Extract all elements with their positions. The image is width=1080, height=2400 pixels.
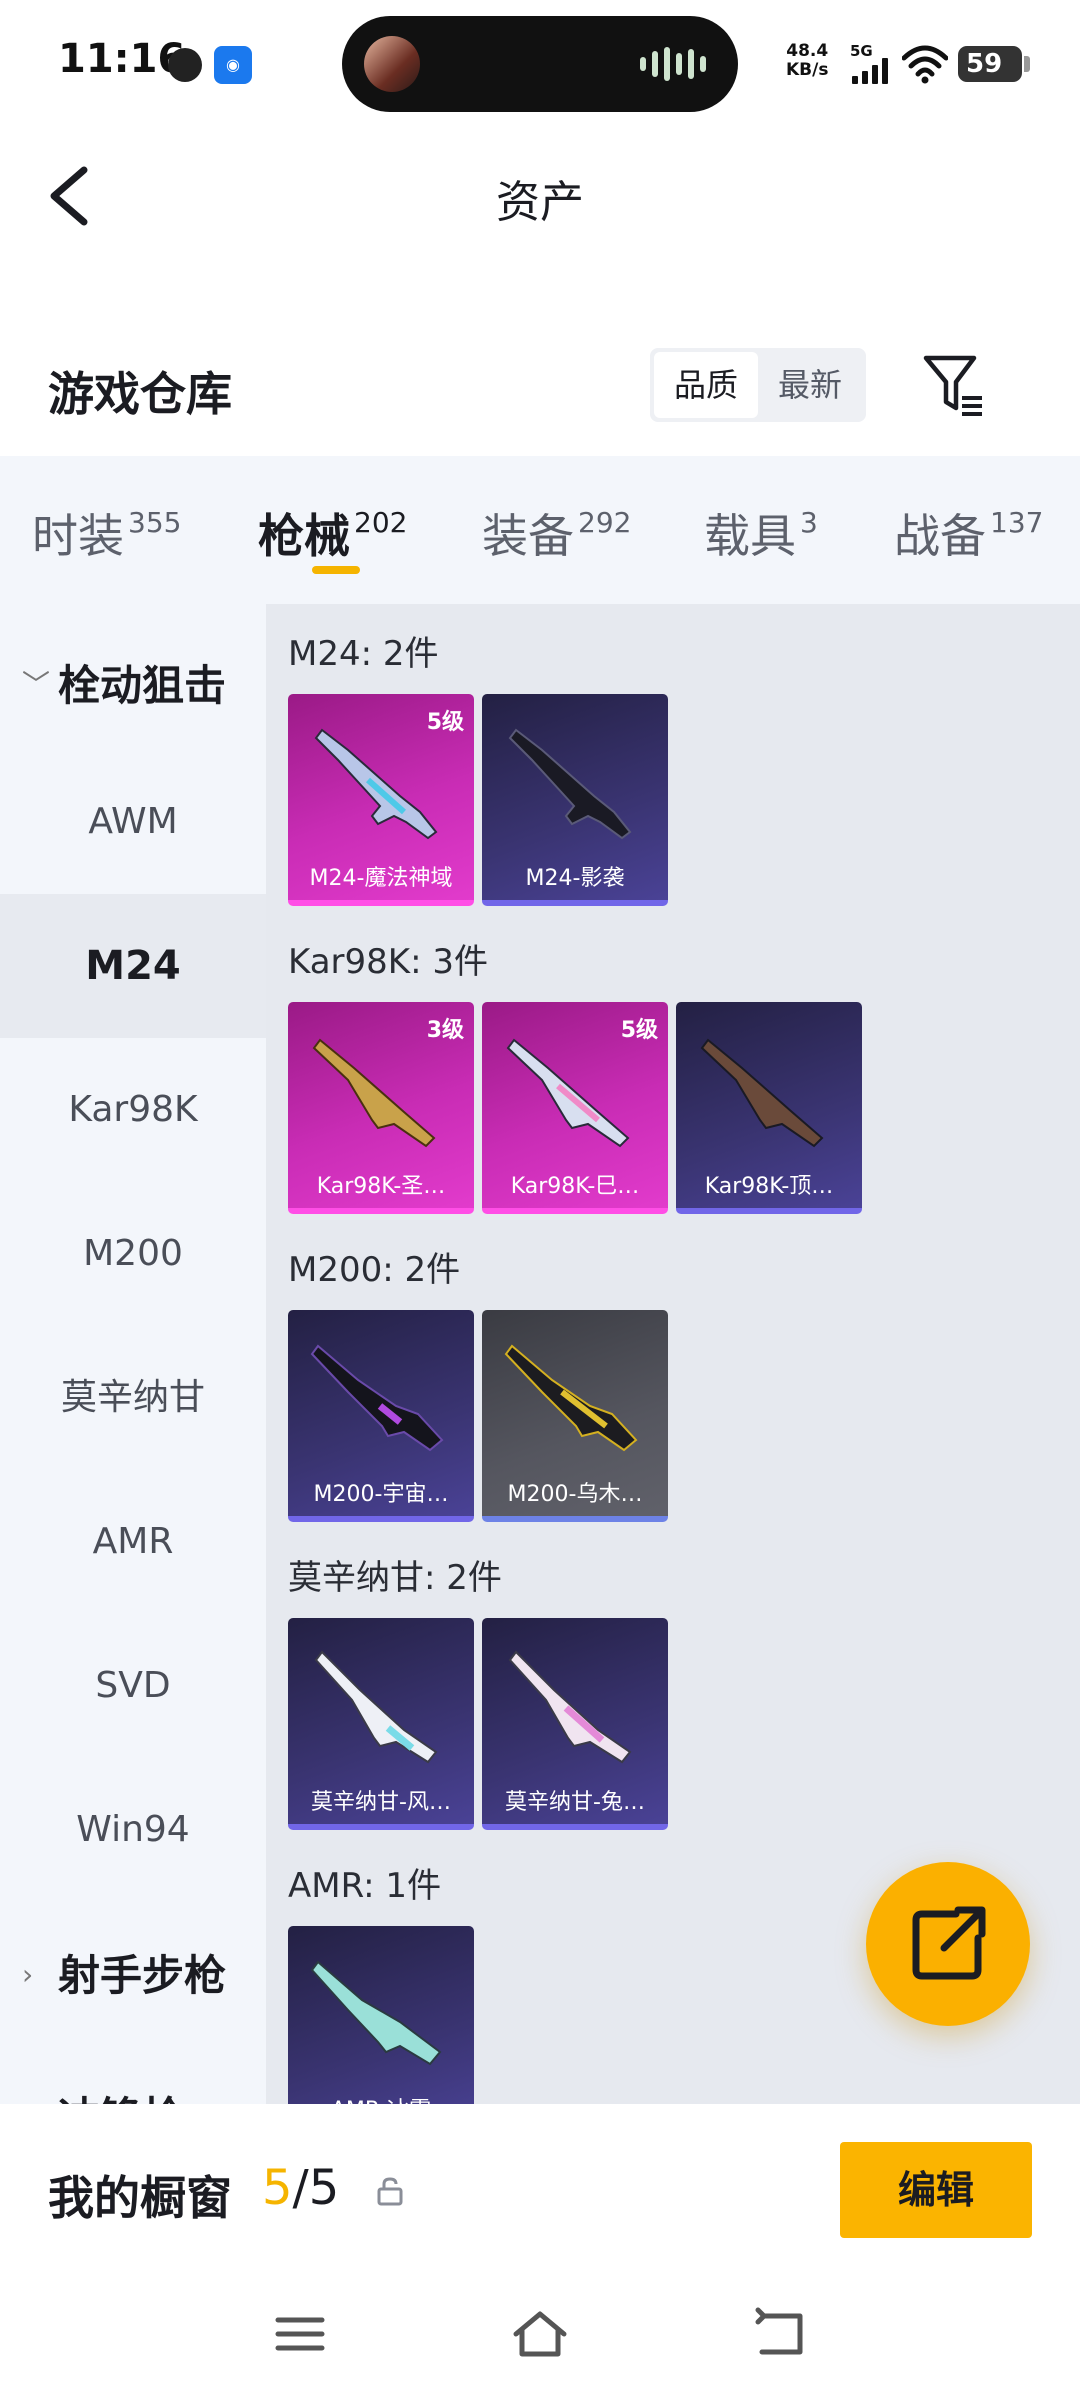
group-title-amr: AMR: 1件 — [288, 1866, 442, 1906]
game-avatar-icon — [364, 36, 420, 92]
warehouse-title: 游戏仓库 — [48, 367, 232, 421]
weapon-type-sidebar: ﹀ 栓动狙击 AWM M24 Kar98K M200 莫辛纳甘 AMR SVD W… — [0, 604, 266, 2104]
chevron-down-icon: ﹀ — [22, 668, 51, 701]
sidebar-group-bolt-action[interactable]: ﹀ 栓动狙击 — [22, 652, 226, 713]
sidebar-item-win94[interactable]: Win94 — [0, 1758, 266, 1902]
nfc-icon: ◉ — [214, 46, 252, 84]
sidebar-item-svd[interactable]: SVD — [0, 1614, 266, 1758]
weapon-name: AMR-冰霜 — [288, 2092, 474, 2104]
menu-icon[interactable] — [270, 2306, 330, 2362]
weapon-card[interactable]: Kar98K-顶… — [676, 1002, 862, 1214]
tab-equipment[interactable]: 装备 292 — [482, 500, 631, 566]
showcase-label: 我的橱窗 — [48, 2171, 232, 2225]
home-icon[interactable] — [510, 2306, 570, 2362]
sidebar-item-m200[interactable]: M200 — [0, 1182, 266, 1326]
tab-vehicles[interactable]: 载具 3 — [704, 500, 818, 566]
sidebar-group-marksman[interactable]: › 射手步枪 — [22, 1942, 226, 2003]
share-fab[interactable] — [866, 1862, 1030, 2026]
weapon-card[interactable]: M24-影袭 — [482, 694, 668, 906]
group-title-m200: M200: 2件 — [288, 1250, 461, 1290]
rifle-icon — [310, 1344, 444, 1452]
group-title-m24: M24: 2件 — [288, 634, 439, 674]
sidebar-item-awm[interactable]: AWM — [0, 750, 266, 894]
chevron-right-icon: › — [22, 1958, 34, 1991]
weapon-card[interactable]: 3级 Kar98K-圣… — [288, 1002, 474, 1214]
tab-firearms[interactable]: 枪械 202 — [258, 500, 407, 566]
rifle-icon — [314, 1650, 438, 1764]
weapon-card[interactable]: M200-乌木… — [482, 1310, 668, 1522]
weapon-card[interactable]: M200-宇宙… — [288, 1310, 474, 1522]
edit-button[interactable]: 编辑 — [840, 2142, 1032, 2238]
rifle-icon — [312, 1038, 436, 1148]
tab-supplies[interactable]: 战备 137 — [894, 500, 1043, 566]
sort-newest-option[interactable]: 最新 — [758, 352, 862, 418]
weapon-card[interactable]: 莫辛纳甘-风… — [288, 1618, 474, 1830]
tab-fashion[interactable]: 时装 355 — [32, 500, 181, 566]
weapon-name: Kar98K-顶… — [704, 1174, 834, 1199]
rifle-icon — [310, 1960, 442, 2066]
weapon-name: M200-宇宙… — [313, 1482, 449, 1507]
weapon-name: Kar98K-圣… — [316, 1174, 446, 1199]
page-title: 资产 — [496, 177, 584, 228]
sidebar-item-amr[interactable]: AMR — [0, 1470, 266, 1614]
category-tabs: 时装 355 枪械 202 装备 292 载具 3 战备 137 — [0, 456, 1080, 604]
weapon-card[interactable]: AMR-冰霜 — [288, 1926, 474, 2104]
lock-icon[interactable] — [376, 2176, 404, 2206]
back-nav-icon[interactable] — [750, 2306, 810, 2362]
status-bar: 11:16 ◉ 48.4 KB/s 5G 59 — [0, 0, 1080, 120]
weapon-name: M24-影袭 — [525, 866, 625, 891]
audio-wave-icon — [640, 46, 706, 82]
rifle-icon — [508, 1650, 632, 1764]
dynamic-island[interactable] — [342, 16, 738, 112]
filter-icon[interactable] — [922, 352, 986, 418]
weapon-name: M24-魔法神域 — [309, 866, 453, 891]
weapon-card[interactable]: 5级 Kar98K-巳… — [482, 1002, 668, 1214]
tab-indicator — [312, 566, 360, 574]
sidebar-group-smg[interactable]: ›冲锋枪 — [22, 2084, 184, 2104]
signal-icon — [852, 58, 890, 84]
sidebar-item-mosin[interactable]: 莫辛纳甘 — [0, 1326, 266, 1470]
group-title-kar98k: Kar98K: 3件 — [288, 942, 488, 982]
rifle-icon — [314, 728, 438, 840]
sort-toggle: 品质 最新 — [650, 348, 866, 422]
weapon-card[interactable]: 莫辛纳甘-兔… — [482, 1618, 668, 1830]
rifle-icon — [504, 1344, 638, 1452]
sort-quality-option[interactable]: 品质 — [654, 352, 758, 418]
group-title-mosin: 莫辛纳甘: 2件 — [288, 1558, 502, 1598]
status-time: 11:16 — [58, 36, 186, 82]
rifle-icon — [508, 728, 632, 840]
sidebar-item-kar98k[interactable]: Kar98K — [0, 1038, 266, 1182]
location-icon — [168, 48, 202, 82]
showcase-count: 5/5 — [262, 2160, 340, 2216]
weapon-card[interactable]: 5级 M24-魔法神域 — [288, 694, 474, 906]
rifle-icon — [506, 1038, 630, 1148]
weapon-name: 莫辛纳甘-兔… — [505, 1790, 645, 1815]
rifle-icon — [700, 1038, 824, 1148]
net-speed: 48.4 KB/s — [786, 41, 829, 80]
share-icon — [912, 1906, 986, 1980]
wifi-icon — [902, 45, 948, 84]
weapon-name: Kar98K-巳… — [510, 1174, 640, 1199]
weapon-name: M200-乌木… — [507, 1482, 643, 1507]
sidebar-item-m24[interactable]: M24 — [0, 894, 266, 1038]
weapon-name: 莫辛纳甘-风… — [311, 1790, 451, 1815]
battery-icon: 59 — [958, 46, 1030, 82]
